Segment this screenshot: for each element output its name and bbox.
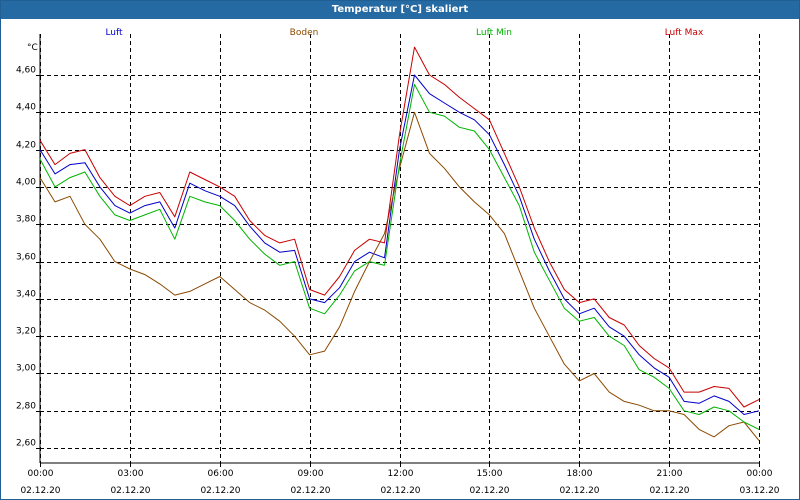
legend-luft-max: Luft Max: [665, 28, 704, 38]
y-tick-label: 4,20: [16, 141, 36, 151]
x-tick-date: 02.12.20: [290, 486, 330, 496]
y-tick-label: 4,40: [16, 103, 36, 113]
series-line-luft: [39, 74, 760, 415]
x-tick-time: 15:00: [477, 469, 503, 479]
x-tick-time: 12:00: [388, 469, 414, 479]
x-tick-date: 03.12.20: [739, 486, 779, 496]
y-tick-label: 3,00: [16, 364, 36, 374]
legend-boden: Boden: [290, 28, 319, 38]
x-tick-date: 02.12.20: [469, 486, 509, 496]
x-axis: 00:00 02.12.20 03:00 02.12.20 06:00 02.12.20 0…: [20, 463, 780, 496]
y-axis: °C 2,60 2,80 3,00 3,20 3,40 3,60 3,80 4,00 4,20 4,…: [16, 43, 40, 449]
x-tick-date: 02.12.20: [559, 486, 599, 496]
x-tick-time: 03:00: [118, 469, 144, 479]
y-unit-label: °C: [27, 43, 38, 53]
x-tick-date: 02.12.20: [20, 486, 60, 496]
legend-luft-min: Luft Min: [476, 28, 512, 38]
series-line-boden: [39, 111, 760, 441]
x-tick-date: 02.12.20: [110, 486, 150, 496]
legend: Luft Boden Luft Min Luft Max: [105, 28, 704, 38]
x-tick-date: 02.12.20: [380, 486, 420, 496]
y-tick-label: 3,20: [16, 327, 36, 337]
y-tick-label: 4,00: [16, 178, 36, 188]
y-tick-label: 2,60: [16, 439, 36, 449]
x-tick-time: 21:00: [657, 469, 683, 479]
series-lines: [39, 46, 760, 441]
x-tick-time: 09:00: [298, 469, 324, 479]
y-tick-label: 3,60: [16, 253, 36, 263]
chart-svg: °C 2,60 2,80 3,00 3,20 3,40 3,60 3,80 4,00 4,20 4,…: [16, 28, 780, 496]
y-tick-label: 2,80: [16, 402, 36, 412]
x-tick-date: 02.12.20: [649, 486, 689, 496]
legend-luft: Luft: [105, 28, 123, 38]
x-tick-time: 06:00: [208, 469, 234, 479]
series-line-luft-max: [39, 46, 760, 408]
chart-window: Temperatur [°C] skaliert °C 2,60 2,80 3,00 3…: [0, 0, 800, 500]
x-tick-date: 02.12.20: [200, 486, 240, 496]
y-tick-label: 3,80: [16, 215, 36, 225]
chart-title: Temperatur [°C] skaliert: [1, 1, 799, 19]
grid: [39, 34, 760, 464]
y-tick-label: 4,60: [16, 66, 36, 76]
x-tick-time: 00:00: [28, 469, 54, 479]
x-tick-time: 00:00: [747, 469, 773, 479]
y-tick-label: 3,40: [16, 290, 36, 300]
x-tick-time: 18:00: [567, 469, 593, 479]
